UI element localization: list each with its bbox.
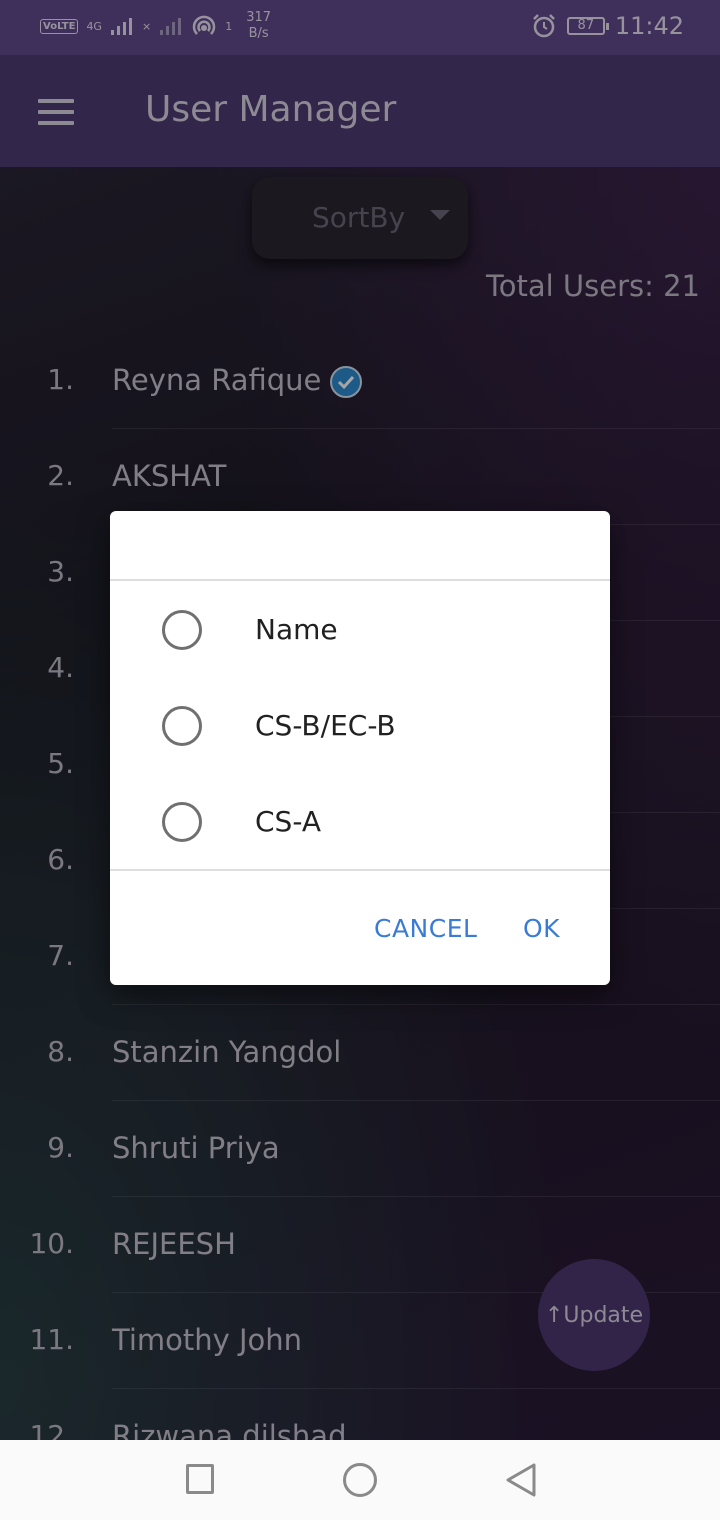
sort-option-csa[interactable]: CS-A bbox=[110, 773, 610, 869]
recents-icon[interactable] bbox=[186, 1464, 214, 1494]
home-icon[interactable] bbox=[343, 1463, 377, 1497]
option-label: CS-B/EC-B bbox=[255, 709, 396, 742]
option-label: CS-A bbox=[255, 805, 321, 838]
cancel-button[interactable]: CANCEL bbox=[374, 914, 477, 943]
radio-button[interactable] bbox=[162, 706, 202, 746]
sort-option-name[interactable]: Name bbox=[110, 581, 610, 677]
sort-dialog: Name CS-B/EC-B CS-A CANCEL OK bbox=[110, 511, 610, 985]
ok-button[interactable]: OK bbox=[523, 914, 560, 943]
dialog-title-area bbox=[110, 511, 610, 581]
system-nav-bar bbox=[0, 1440, 720, 1520]
back-icon[interactable] bbox=[505, 1462, 537, 1498]
sort-options: Name CS-B/EC-B CS-A bbox=[110, 581, 610, 871]
option-label: Name bbox=[255, 613, 338, 646]
dialog-actions: CANCEL OK bbox=[110, 871, 610, 981]
radio-button[interactable] bbox=[162, 802, 202, 842]
sort-option-csb-ecb[interactable]: CS-B/EC-B bbox=[110, 677, 610, 773]
radio-button[interactable] bbox=[162, 610, 202, 650]
